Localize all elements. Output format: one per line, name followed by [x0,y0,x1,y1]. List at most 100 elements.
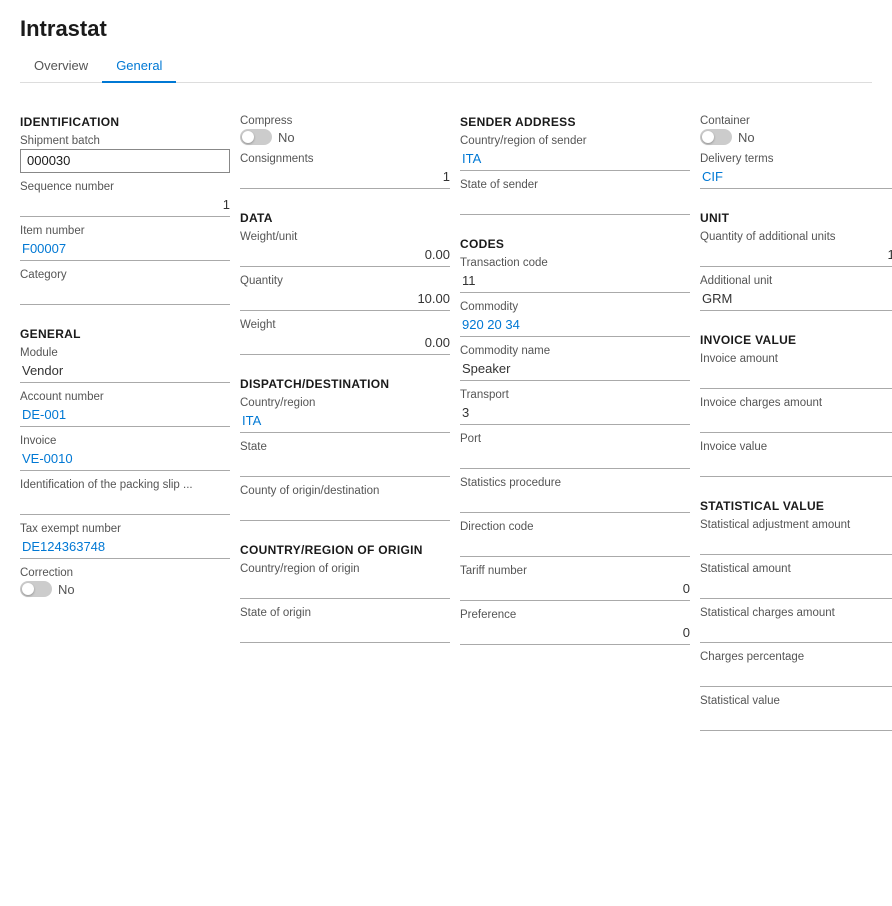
compress-toggle-row: No [240,129,450,145]
commodity-name-label: Commodity name [460,345,690,357]
country-region-origin-value[interactable] [240,577,450,599]
sender-country-value[interactable]: ITA [460,149,690,171]
dispatch-header: DISPATCH/DESTINATION [240,377,450,391]
additional-unit-field: Additional unit GRM [700,275,892,311]
qty-additional-label: Quantity of additional units [700,231,892,243]
page-title: Intrastat [20,16,872,42]
item-number-value[interactable]: F00007 [20,239,230,261]
sequence-number-field: Sequence number 1 [20,181,230,217]
category-label: Category [20,269,230,281]
commodity-value[interactable]: 920 20 34 [460,315,690,337]
stat-adj-label: Statistical adjustment amount [700,519,892,531]
stat-amount-field: Statistical amount 0.00 [700,563,892,599]
county-field: County of origin/destination [240,485,450,521]
correction-toggle-label: No [58,582,75,597]
module-value: Vendor [20,361,230,383]
state-of-origin-value[interactable] [240,621,450,643]
correction-label: Correction [20,567,230,579]
correction-toggle-row: No [20,581,230,597]
tariff-number-value: 0 [460,579,690,601]
tariff-number-label: Tariff number [460,565,690,577]
tab-general[interactable]: General [102,52,176,83]
commodity-field: Commodity 920 20 34 [460,301,690,337]
sender-country-field: Country/region of sender ITA [460,135,690,171]
commodity-name-field: Commodity name Speaker [460,345,690,381]
invoice-field: Invoice VE-0010 [20,435,230,471]
compress-section: Compress No [240,115,450,153]
invoice-charges-value: 0.00 [700,411,892,433]
compress-toggle-label: No [278,130,295,145]
county-value[interactable] [240,499,450,521]
container-section: Container No [700,115,892,153]
packing-slip-field: Identification of the packing slip ... [20,479,230,515]
port-value[interactable] [460,447,690,469]
category-value[interactable] [20,283,230,305]
form-grid: IDENTIFICATION Shipment batch 000030 Seq… [20,101,872,739]
stat-adj-field: Statistical adjustment amount 0.00 [700,519,892,555]
general-header: GENERAL [20,327,230,341]
tab-bar: Overview General [20,52,872,83]
module-label: Module [20,347,230,359]
commodity-label: Commodity [460,301,690,313]
state-of-origin-label: State of origin [240,607,450,619]
statistics-procedure-field: Statistics procedure [460,477,690,513]
port-label: Port [460,433,690,445]
invoice-amount-field: Invoice amount 0.00 [700,353,892,389]
quantity-value: 10.00 [240,289,450,311]
dispatch-country-value[interactable]: ITA [240,411,450,433]
invoice-charges-label: Invoice charges amount [700,397,892,409]
dispatch-state-label: State [240,441,450,453]
preference-label: Preference [460,609,690,621]
delivery-terms-value[interactable]: CIF [700,167,892,189]
delivery-terms-label: Delivery terms [700,153,892,165]
shipment-batch-label: Shipment batch [20,135,230,147]
statistical-value-header: STATISTICAL VALUE [700,499,892,513]
direction-code-value[interactable] [460,535,690,557]
stat-amount-label: Statistical amount [700,563,892,575]
transaction-code-value: 11 [460,271,690,293]
account-number-field: Account number DE-001 [20,391,230,427]
shipment-batch-field: Shipment batch 000030 [20,135,230,173]
account-number-value[interactable]: DE-001 [20,405,230,427]
consignments-value: 1 [240,167,450,189]
container-toggle[interactable] [700,129,732,145]
quantity-field: Quantity 10.00 [240,275,450,311]
item-number-field: Item number F00007 [20,225,230,261]
stat-amount-value: 0.00 [700,577,892,599]
packing-slip-value[interactable] [20,493,230,515]
tariff-number-field: Tariff number 0 [460,565,690,601]
item-number-label: Item number [20,225,230,237]
statistics-procedure-value[interactable] [460,491,690,513]
unit-header: UNIT [700,211,892,225]
invoice-label: Invoice [20,435,230,447]
stat-value-field: Statistical value 0.00 [700,695,892,731]
tax-exempt-field: Tax exempt number DE124363748 [20,523,230,559]
col-4: Container No Delivery terms CIF UNIT Qua… [700,101,892,739]
transport-field: Transport 3 [460,389,690,425]
charges-pct-field: Charges percentage 0.00 [700,651,892,687]
col-3: SENDER ADDRESS Country/region of sender … [460,101,690,739]
tax-exempt-value[interactable]: DE124363748 [20,537,230,559]
correction-toggle[interactable] [20,581,52,597]
invoice-value[interactable]: VE-0010 [20,449,230,471]
compress-label: Compress [240,115,450,127]
invoice-value-label: Invoice value [700,441,892,453]
container-toggle-row: No [700,129,892,145]
tax-exempt-label: Tax exempt number [20,523,230,535]
transport-label: Transport [460,389,690,401]
container-label: Container [700,115,892,127]
tab-overview[interactable]: Overview [20,52,102,83]
stat-charges-label: Statistical charges amount [700,607,892,619]
sender-state-value[interactable] [460,193,690,215]
delivery-terms-field: Delivery terms CIF [700,153,892,189]
stat-charges-field: Statistical charges amount 0.00 [700,607,892,643]
dispatch-state-value[interactable] [240,455,450,477]
stat-value-label: Statistical value [700,695,892,707]
shipment-batch-input[interactable]: 000030 [20,149,230,173]
transaction-code-field: Transaction code 11 [460,257,690,293]
country-region-origin-label: Country/region of origin [240,563,450,575]
packing-slip-label: Identification of the packing slip ... [20,479,230,491]
weight-unit-field: Weight/unit 0.00 [240,231,450,267]
compress-toggle[interactable] [240,129,272,145]
qty-additional-value: 10.00 [700,245,892,267]
